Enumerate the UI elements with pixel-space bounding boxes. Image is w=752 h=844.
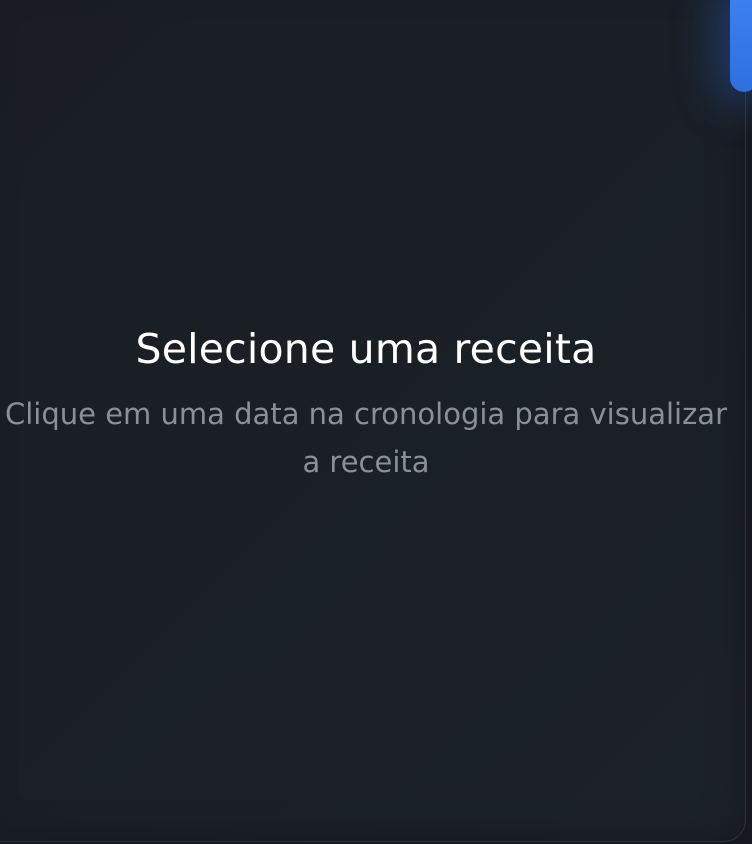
empty-state: Selecione uma receita Clique em uma data…	[0, 320, 732, 486]
accent-action-button[interactable]	[730, 0, 752, 92]
empty-state-subtitle: Clique em uma data na cronologia para vi…	[5, 397, 727, 479]
empty-state-title: Selecione uma receita	[135, 325, 597, 373]
